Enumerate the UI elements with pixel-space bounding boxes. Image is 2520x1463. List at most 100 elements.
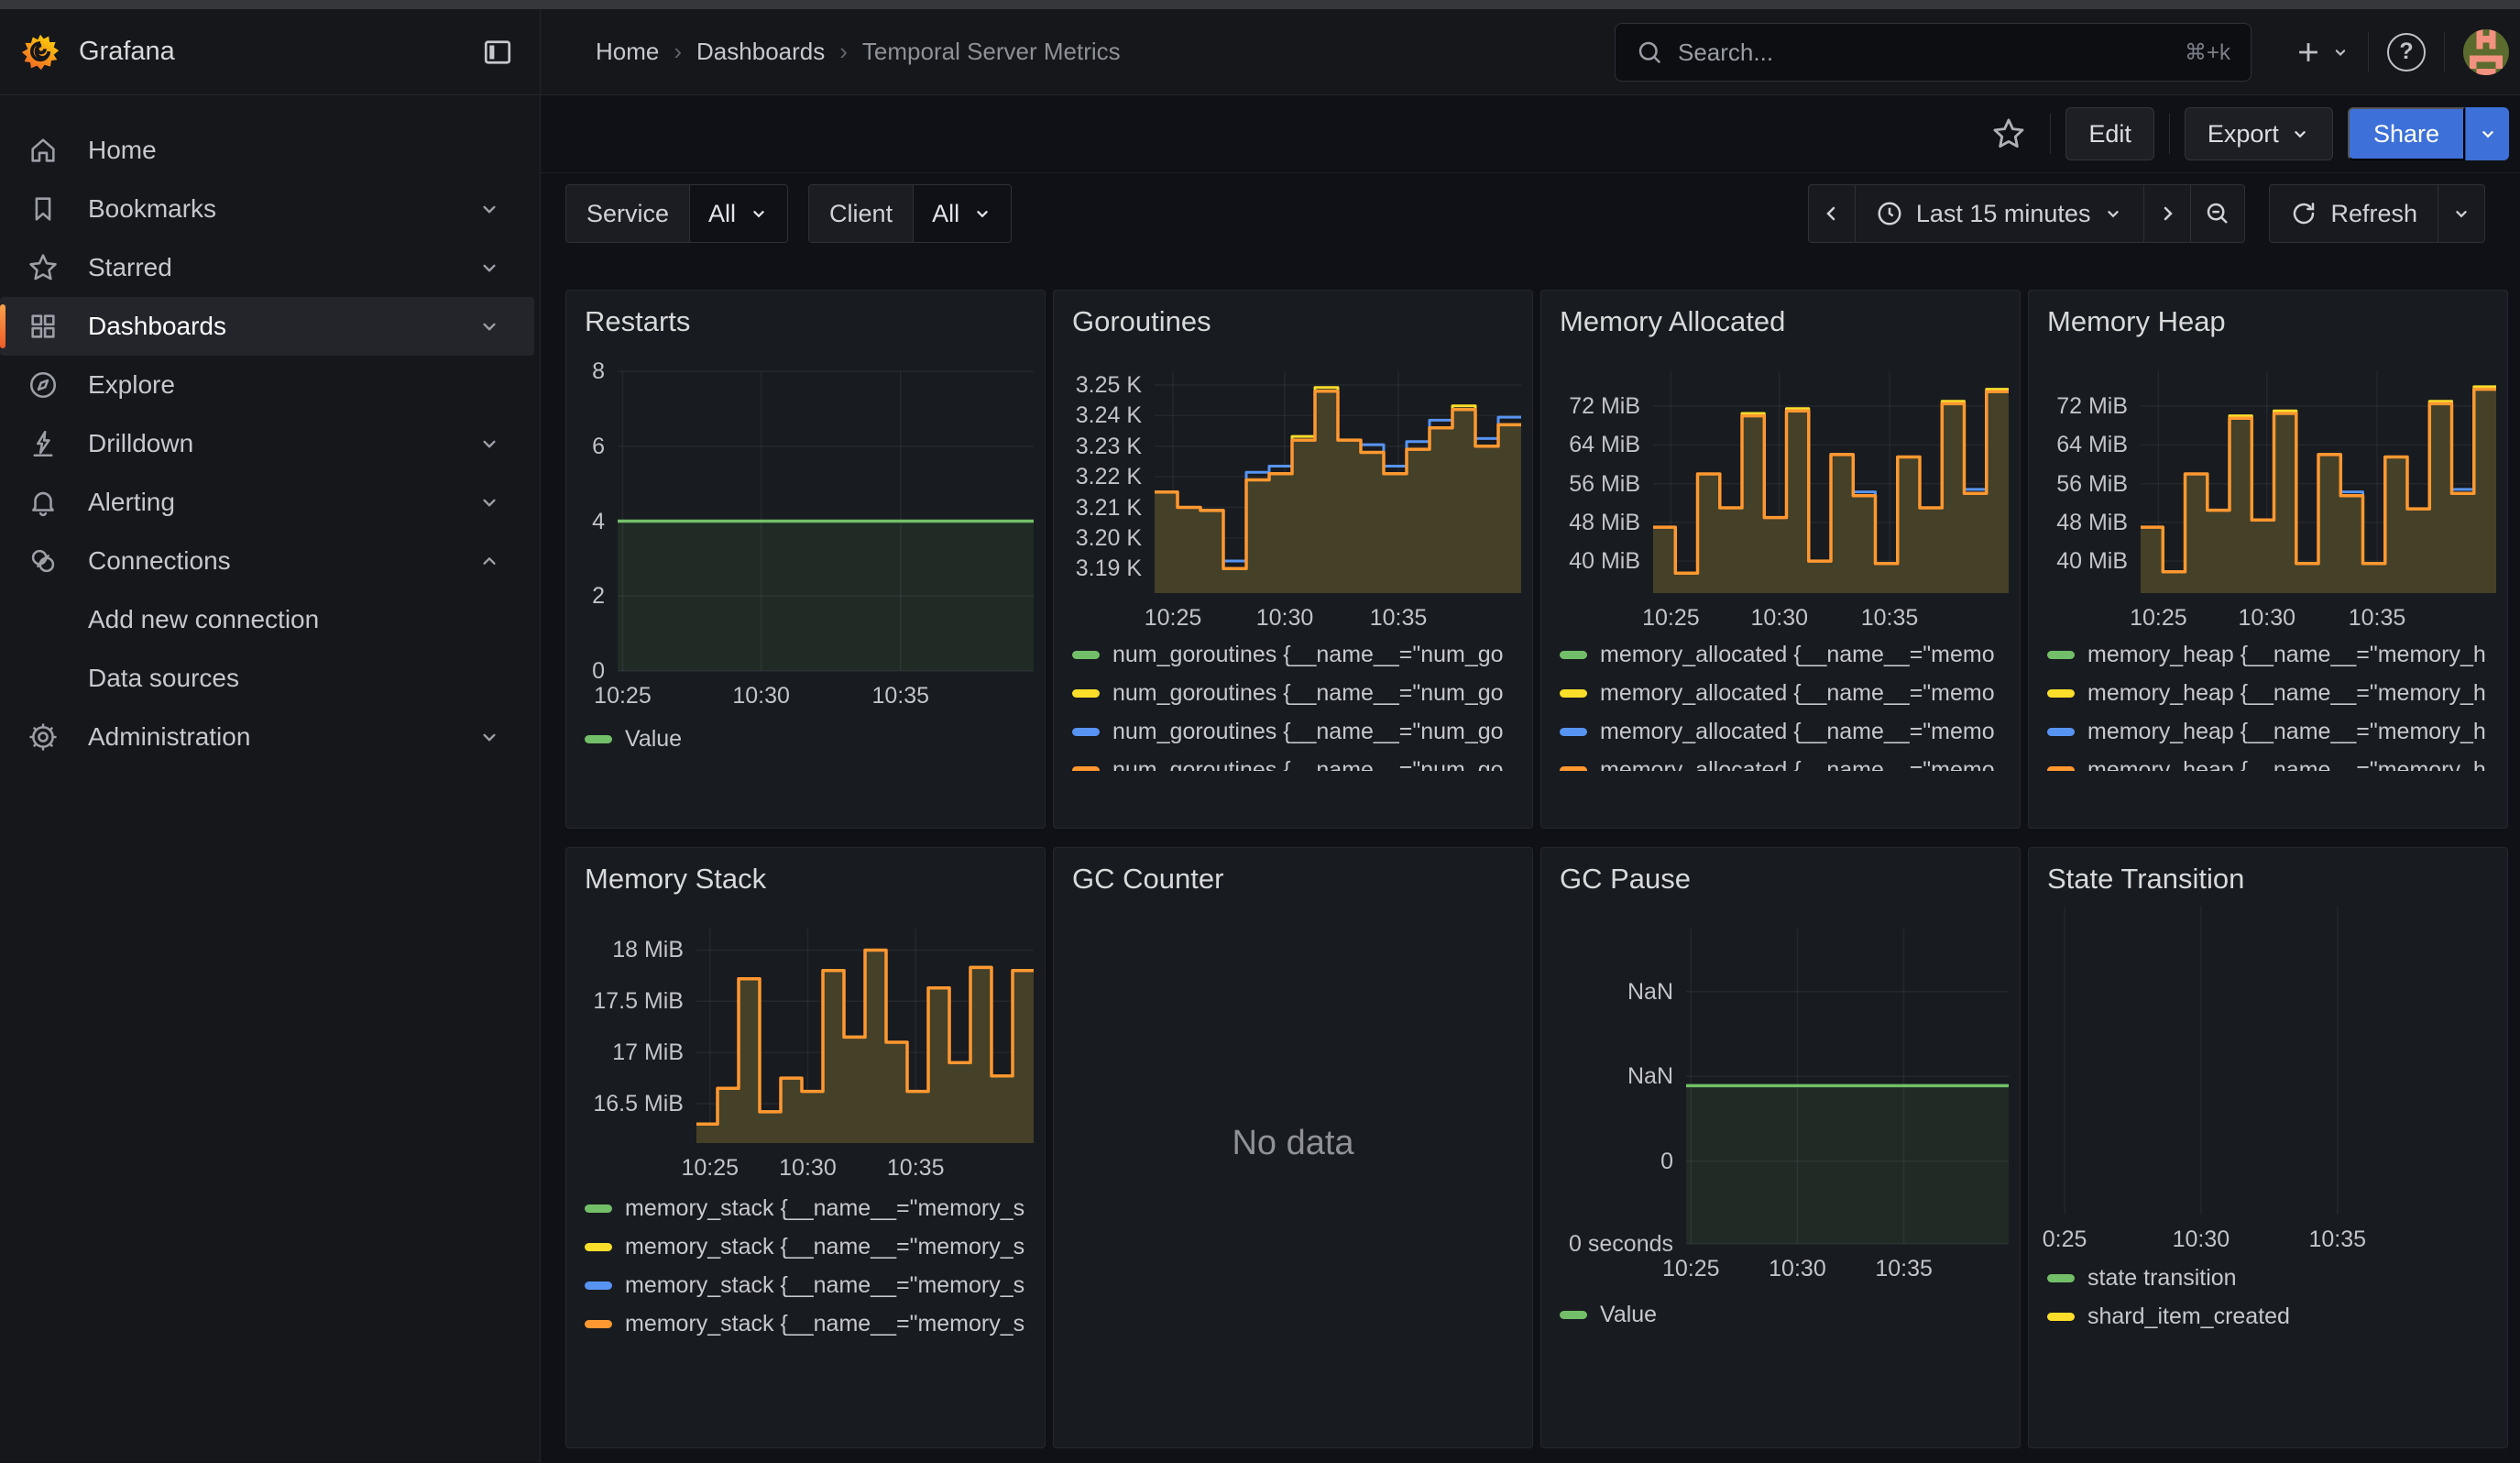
legend-item[interactable]: Value [1560, 1295, 2014, 1334]
legend-item[interactable]: state transition [2047, 1259, 2502, 1297]
share-options-caret[interactable] [2465, 107, 2509, 160]
chevron-down-icon[interactable] [477, 490, 501, 514]
legend-item[interactable]: memory_stack {__name__="memory_s [585, 1266, 1039, 1304]
refresh-button[interactable]: Refresh [2269, 184, 2438, 243]
sidebar-item-home[interactable]: Home [0, 121, 534, 180]
sidebar-item-add-new-connection[interactable]: Add new connection [0, 590, 534, 649]
legend-label: memory_heap {__name__="memory_h [2087, 642, 2486, 668]
breadcrumb-home[interactable]: Home [596, 38, 659, 66]
breadcrumb-dashboards[interactable]: Dashboards [696, 38, 825, 66]
legend-label: num_goroutines {__name__="num_go [1112, 757, 1504, 772]
legend-item[interactable]: memory_allocated {__name__="memo [1560, 635, 2014, 674]
chart-plot-gc_pause[interactable] [1686, 929, 2009, 1244]
grafana-logo [20, 32, 60, 72]
search-input[interactable]: Search... ⌘+k [1615, 23, 2252, 82]
legend-swatch [585, 1282, 612, 1290]
x-axis-tick-label: 10:35 [2313, 605, 2441, 632]
sidebar-navigation: HomeBookmarksStarredDashboardsExploreDri… [0, 95, 541, 1462]
legend-item[interactable]: memory_stack {__name__="memory_s [585, 1227, 1039, 1266]
panel-title[interactable]: State Transition [2047, 863, 2244, 896]
chart-legend: Value [1560, 1295, 2014, 1334]
sidebar-item-explore[interactable]: Explore [0, 356, 534, 414]
dock-menu-button[interactable] [481, 36, 514, 69]
legend-item[interactable]: memory_heap {__name__="memory_h [2047, 674, 2502, 712]
time-controls: Last 15 minutes Refresh [1808, 184, 2485, 243]
sidebar-item-alerting[interactable]: Alerting [0, 473, 534, 532]
add-new-button[interactable] [2293, 37, 2350, 68]
panel-restarts: Restarts0246810:2510:3010:35Value [565, 290, 1046, 829]
zoom-out-button[interactable] [2190, 184, 2245, 243]
legend-item[interactable]: shard_item_created [2047, 1297, 2502, 1336]
service-filter[interactable]: Service All [565, 184, 788, 243]
edit-button-label: Edit [2088, 120, 2131, 148]
time-range-picker[interactable]: Last 15 minutes [1855, 184, 2145, 243]
refresh-interval-caret[interactable] [2438, 184, 2485, 243]
sidebar-item-administration[interactable]: Administration [0, 708, 534, 766]
legend-item[interactable]: num_goroutines {__name__="num_go [1072, 712, 1527, 751]
sidebar-item-drilldown[interactable]: Drilldown [0, 414, 534, 473]
help-button[interactable]: ? [2387, 33, 2426, 72]
legend-item[interactable]: memory_allocated {__name__="memo [1560, 674, 2014, 712]
y-axis-tick-label: 40 MiB [2029, 547, 2128, 575]
legend-item[interactable]: memory_stack {__name__="memory_s [585, 1304, 1039, 1343]
legend-item[interactable]: memory_heap {__name__="memory_h [2047, 751, 2502, 771]
sidebar-item-dashboards[interactable]: Dashboards [0, 297, 534, 356]
user-avatar[interactable] [2463, 29, 2509, 75]
chart-plot-state_transition[interactable] [2049, 907, 2496, 1215]
legend-item[interactable]: memory_heap {__name__="memory_h [2047, 712, 2502, 751]
legend-label: memory_stack {__name__="memory_s [625, 1311, 1024, 1337]
legend-item[interactable]: num_goroutines {__name__="num_go [1072, 635, 1527, 674]
legend-item[interactable]: memory_heap {__name__="memory_h [2047, 635, 2502, 674]
share-button-group: Share [2348, 107, 2509, 160]
share-button[interactable]: Share [2348, 107, 2465, 160]
legend-item[interactable]: num_goroutines {__name__="num_go [1072, 751, 1527, 771]
chevron-down-icon[interactable] [477, 314, 501, 338]
legend-item[interactable]: memory_allocated {__name__="memo [1560, 751, 2014, 771]
legend-item[interactable]: memory_allocated {__name__="memo [1560, 712, 2014, 751]
legend-item[interactable]: Value [585, 720, 1039, 758]
client-filter[interactable]: Client All [808, 184, 1012, 243]
time-range-forward-button[interactable] [2143, 184, 2191, 243]
panel-title[interactable]: GC Pause [1560, 863, 1691, 896]
chevron-down-icon[interactable] [477, 256, 501, 280]
panel-title[interactable]: Goroutines [1072, 305, 1211, 338]
chart-plot-memory_stack[interactable] [696, 929, 1034, 1143]
legend-item[interactable]: num_goroutines {__name__="num_go [1072, 674, 1527, 712]
sidebar-item-bookmarks[interactable]: Bookmarks [0, 180, 534, 238]
service-filter-value[interactable]: All [690, 185, 787, 242]
legend-swatch [2047, 1313, 2075, 1321]
chevron-down-icon[interactable] [477, 197, 501, 221]
chevron-down-icon[interactable] [477, 725, 501, 749]
export-button[interactable]: Export [2185, 107, 2333, 160]
sidebar-item-starred[interactable]: Starred [0, 238, 534, 297]
chart-plot-memory_heap[interactable] [2141, 371, 2496, 593]
chart-plot-restarts[interactable] [618, 371, 1034, 671]
panel-title[interactable]: GC Counter [1072, 863, 1223, 896]
legend-swatch [2047, 728, 2075, 736]
plug-icon [27, 545, 64, 577]
client-filter-selected: All [932, 200, 959, 228]
y-axis-tick-label: 3.22 K [1054, 463, 1142, 490]
panel-title[interactable]: Memory Heap [2047, 305, 2226, 338]
divider [2444, 32, 2445, 72]
sidebar-item-label: Connections [88, 546, 231, 576]
panel-title[interactable]: Memory Stack [585, 863, 766, 896]
favorite-star-button[interactable] [1982, 116, 2035, 151]
panel-title[interactable]: Memory Allocated [1560, 305, 1785, 338]
sidebar-item-data-sources[interactable]: Data sources [0, 649, 534, 708]
chevron-down-icon[interactable] [477, 432, 501, 456]
chart-plot-memory_allocated[interactable] [1653, 371, 2009, 593]
panel-title[interactable]: Restarts [585, 305, 690, 338]
x-axis-tick-label: 10:25 [565, 683, 686, 710]
legend-item[interactable]: memory_stack {__name__="memory_s [585, 1189, 1039, 1227]
window-top-strip [0, 0, 2520, 9]
time-range-back-button[interactable] [1808, 184, 1856, 243]
drilldown-icon [27, 428, 64, 459]
edit-button[interactable]: Edit [2065, 107, 2154, 160]
chevron-up-icon[interactable] [477, 549, 501, 573]
client-filter-value[interactable]: All [914, 185, 1011, 242]
chart-plot-goroutines[interactable] [1155, 371, 1521, 593]
panel-memory_heap: Memory Heap40 MiB48 MiB56 MiB64 MiB72 Mi… [2028, 290, 2508, 829]
sidebar-item-connections[interactable]: Connections [0, 532, 534, 590]
legend-swatch [2047, 766, 2075, 772]
